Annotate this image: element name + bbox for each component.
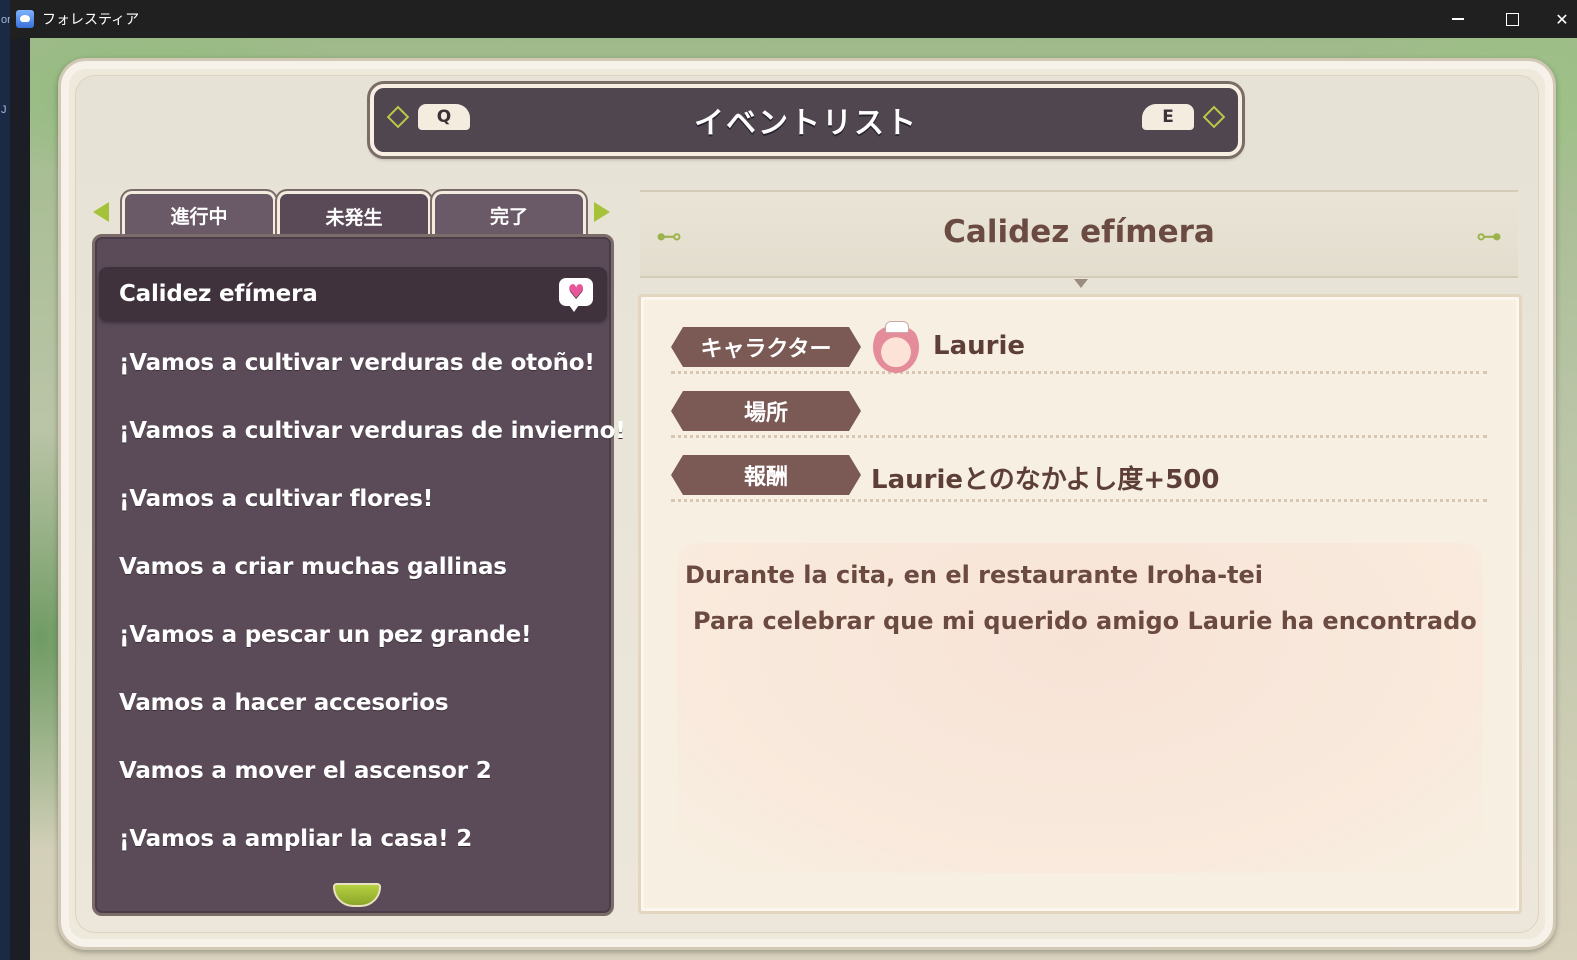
event-item[interactable]: ¡Vamos a ampliar la casa! 2: [119, 812, 599, 866]
side-letter: J: [1, 104, 7, 116]
next-category-key[interactable]: E: [1142, 104, 1194, 130]
event-item-label: Calidez efímera: [119, 281, 318, 307]
character-avatar: [873, 321, 919, 373]
description-line: Para celebrar que mi querido amigo Lauri…: [693, 607, 1483, 635]
event-item[interactable]: ¡Vamos a cultivar verduras de otoño!: [119, 336, 599, 390]
tab-prev-arrow-icon[interactable]: [93, 202, 109, 222]
event-item[interactable]: ¡Vamos a cultivar flores!: [119, 472, 599, 526]
character-row: キャラクター Laurie: [671, 319, 1487, 374]
tab-completed[interactable]: 完了: [432, 191, 586, 236]
caret-down-icon: [1074, 279, 1088, 288]
event-item[interactable]: ¡Vamos a pescar un pez grande!: [119, 608, 599, 662]
event-item[interactable]: Vamos a hacer accesorios: [119, 676, 599, 730]
diamond-icon: [1202, 105, 1226, 129]
reward-value: Laurieとのなかよし度+500: [871, 465, 1220, 495]
reward-row: 報酬 Laurieとのなかよし度+500: [671, 447, 1487, 502]
minimize-icon: [1452, 18, 1464, 20]
heart-bubble-icon: ♥: [559, 278, 593, 312]
prev-category-key[interactable]: Q: [418, 104, 470, 130]
maximize-icon: [1505, 12, 1519, 26]
location-row: 場所: [671, 383, 1487, 438]
tab-not-occurred[interactable]: 未発生: [277, 191, 431, 238]
window-titlebar[interactable]: フォレスティア ✕: [10, 0, 1577, 38]
character-name: Laurie: [933, 331, 1025, 361]
event-title: Calidez efímera: [943, 214, 1215, 250]
diamond-icon: [386, 105, 410, 129]
minimize-button[interactable]: [1435, 0, 1481, 38]
app-icon: [16, 10, 34, 28]
event-item-selected[interactable]: Calidez efímera ♥: [99, 267, 607, 321]
detail-title-band: ⊷ Calidez efímera ⊶: [640, 190, 1518, 288]
close-button[interactable]: ✕: [1539, 0, 1577, 38]
event-detail-card: キャラクター Laurie 場所 報酬 Laurieとのなかよし度+500 Du…: [638, 294, 1522, 914]
scroll-down-arrow-icon[interactable]: [333, 883, 381, 907]
tab-in-progress[interactable]: 進行中: [122, 191, 276, 236]
character-label: キャラクター: [671, 327, 861, 367]
event-list-header: Q イベントリスト E: [370, 84, 1242, 156]
tab-next-arrow-icon[interactable]: [594, 202, 610, 222]
reward-label: 報酬: [671, 455, 861, 495]
taskbar-edge: or J: [0, 0, 11, 960]
event-item[interactable]: Vamos a criar muchas gallinas: [119, 540, 599, 594]
window-title: フォレスティア: [42, 11, 140, 27]
event-list: Calidez efímera ♥ ¡Vamos a cultivar verd…: [92, 234, 626, 916]
maximize-button[interactable]: [1489, 0, 1535, 38]
description-line: Durante la cita, en el restaurante Iroha…: [685, 561, 1264, 589]
location-label: 場所: [671, 391, 861, 431]
event-item[interactable]: ¡Vamos a cultivar verduras de invierno!: [119, 404, 626, 458]
leaf-ornament-icon: ⊶: [1476, 222, 1502, 252]
event-item[interactable]: Vamos a mover el ascensor 2: [119, 744, 599, 798]
game-viewport: Q イベントリスト E 進行中 未発生 完了 Calidez efímera ♥…: [30, 38, 1577, 960]
close-icon: ✕: [1555, 9, 1569, 29]
event-description: Durante la cita, en el restaurante Iroha…: [677, 543, 1483, 873]
page-title: イベントリスト: [694, 106, 918, 141]
